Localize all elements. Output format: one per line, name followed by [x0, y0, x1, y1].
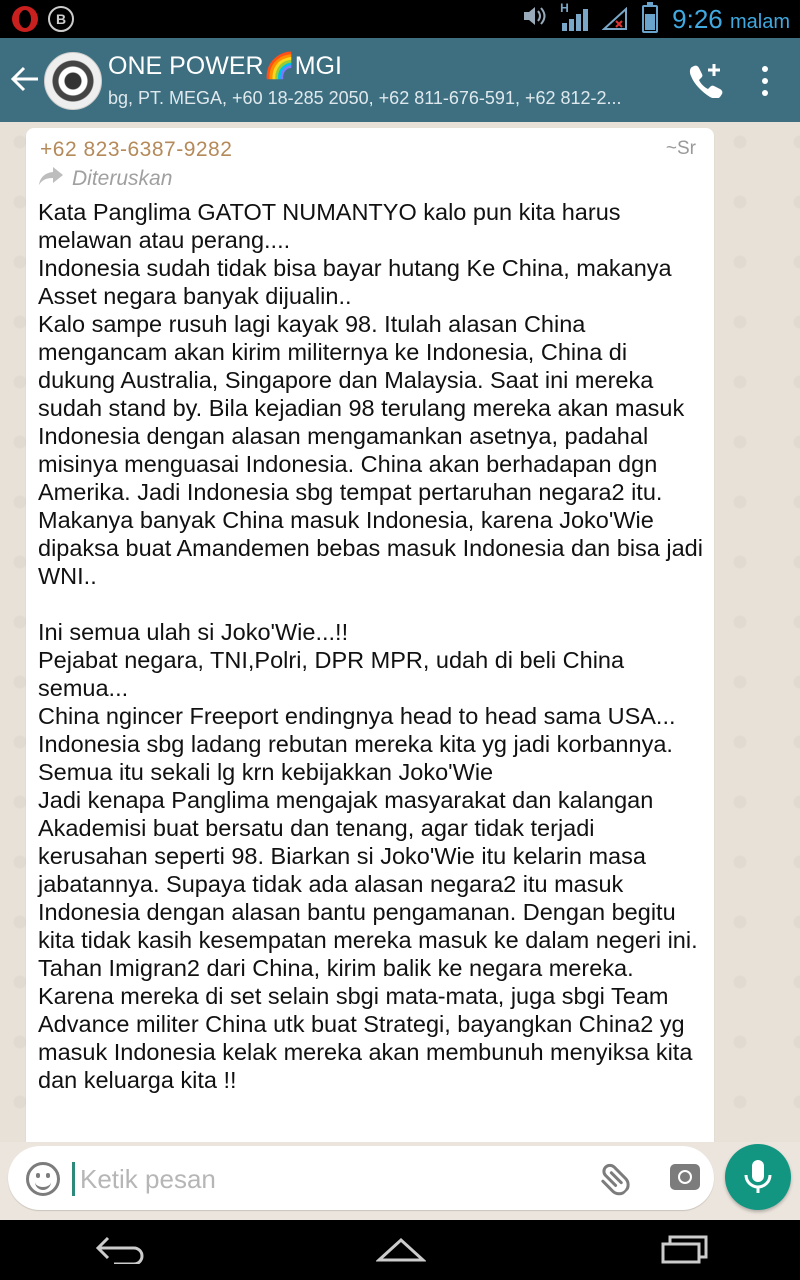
signal-no-sim-icon — [602, 7, 628, 31]
signal-h-icon: H — [560, 1, 589, 31]
chat-area[interactable]: +62 823-6387-9282 ~Sr Diteruskan Kata Pa… — [0, 122, 800, 1142]
message-text: Kata Panglima GATOT NUMANTYO kalo pun ki… — [38, 199, 703, 1093]
group-avatar[interactable] — [44, 52, 102, 110]
nav-back-icon[interactable] — [94, 1234, 148, 1269]
clock: 9:26 malam — [672, 3, 790, 34]
volume-icon — [522, 5, 548, 33]
group-participants[interactable]: bg, PT. MEGA, +60 18-285 2050, +62 811-6… — [108, 88, 668, 109]
message-input[interactable] — [78, 1160, 582, 1198]
sender-name: ~Sr — [665, 138, 696, 159]
microphone-button[interactable] — [725, 1144, 791, 1210]
add-call-icon[interactable] — [688, 62, 724, 99]
nav-recent-apps-icon[interactable] — [660, 1234, 710, 1269]
message-composer — [8, 1146, 714, 1210]
forwarded-indicator: Diteruskan — [38, 166, 172, 192]
forwarded-label: Diteruskan — [72, 167, 173, 190]
status-right-icons: H 9:26 malam — [522, 0, 790, 38]
back-arrow-icon[interactable] — [10, 64, 40, 101]
forward-arrow-icon — [38, 166, 64, 192]
microphone-icon — [744, 1160, 772, 1193]
emoji-icon[interactable] — [26, 1162, 60, 1196]
text-cursor — [72, 1162, 75, 1196]
status-bar: B H 9:26 malam — [0, 0, 800, 38]
group-title[interactable]: ONE POWER🌈MGI — [108, 52, 342, 81]
nav-home-icon[interactable] — [375, 1236, 427, 1269]
sender-phone[interactable]: +62 823-6387-9282 — [40, 138, 232, 162]
overflow-menu-icon[interactable] — [754, 66, 776, 96]
camera-icon[interactable] — [670, 1164, 700, 1190]
chat-header: ONE POWER🌈MGI bg, PT. MEGA, +60 18-285 2… — [0, 38, 800, 122]
paperclip-icon[interactable] — [593, 1153, 641, 1201]
message-bubble[interactable]: +62 823-6387-9282 ~Sr Diteruskan Kata Pa… — [26, 128, 714, 1142]
battery-icon — [642, 2, 659, 33]
network-type-label: H — [560, 1, 569, 15]
status-left-icons: B — [12, 6, 74, 32]
opera-icon — [12, 6, 38, 32]
b-notification-icon: B — [48, 6, 74, 32]
system-nav-bar — [0, 1220, 800, 1280]
